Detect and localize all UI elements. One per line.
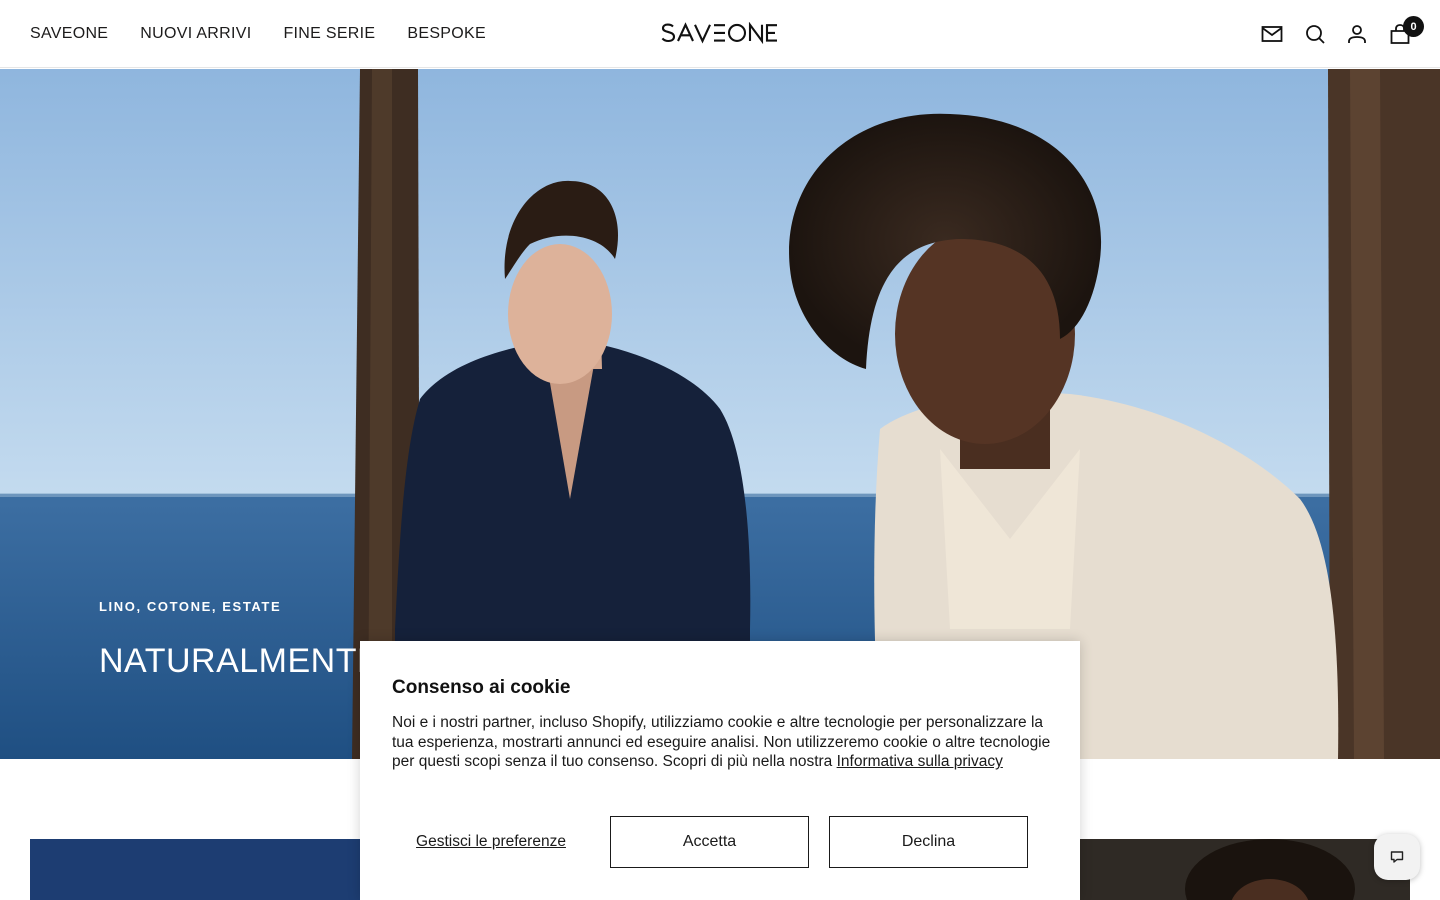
nav-nuovi-arrivi[interactable]: NUOVI ARRIVI bbox=[140, 25, 251, 43]
collection-tile-image bbox=[1070, 839, 1410, 900]
nav-saveone[interactable]: SAVEONE bbox=[30, 25, 108, 43]
nav-bespoke[interactable]: BESPOKE bbox=[407, 25, 486, 43]
search-icon[interactable] bbox=[1303, 22, 1327, 46]
privacy-policy-link[interactable]: Informativa sulla privacy bbox=[837, 753, 1003, 770]
nav-fine-serie[interactable]: FINE SERIE bbox=[283, 25, 375, 43]
cookie-banner-title: Consenso ai cookie bbox=[392, 677, 571, 698]
chat-icon bbox=[1390, 851, 1404, 863]
manage-preferences-button[interactable]: Gestisci le preferenze bbox=[392, 816, 590, 868]
site-header: SAVEONE NUOVI ARRIVI FINE SERIE BESPOKE bbox=[0, 0, 1440, 68]
main-nav: SAVEONE NUOVI ARRIVI FINE SERIE BESPOKE bbox=[30, 0, 486, 68]
cart-count-badge: 0 bbox=[1403, 16, 1424, 37]
account-icon[interactable] bbox=[1345, 22, 1369, 46]
chat-button[interactable] bbox=[1374, 834, 1420, 880]
collection-tile-left[interactable] bbox=[30, 839, 370, 900]
saveone-logo-mark bbox=[661, 21, 777, 45]
accept-button[interactable]: Accetta bbox=[610, 816, 809, 868]
cookie-consent-banner: Consenso ai cookie Noi e i nostri partne… bbox=[360, 641, 1080, 900]
site-logo[interactable] bbox=[661, 21, 779, 45]
hero-kicker: LINO, COTONE, ESTATE bbox=[99, 599, 282, 614]
decline-button[interactable]: Declina bbox=[829, 816, 1028, 868]
hero-title: NATURALMENTE bbox=[99, 642, 381, 680]
cookie-banner-text: Noi e i nostri partner, incluso Shopify,… bbox=[392, 713, 1054, 772]
collection-tile-right[interactable] bbox=[1070, 839, 1410, 900]
mail-icon[interactable] bbox=[1260, 22, 1284, 46]
